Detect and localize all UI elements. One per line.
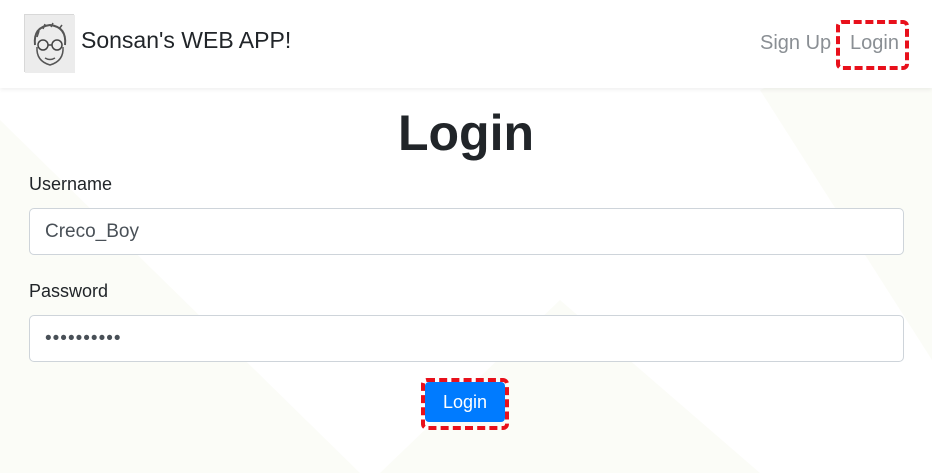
login-submit-button[interactable]: Login — [425, 382, 505, 422]
password-input[interactable]: •••••••••• — [29, 315, 904, 362]
username-input[interactable]: Creco_Boy — [29, 208, 904, 255]
nav-link-sign-up[interactable]: Sign Up — [760, 32, 831, 55]
navbar: Sonsan's WEB APP! Sign Up Login — [0, 0, 932, 88]
brand-name[interactable]: Sonsan's WEB APP! — [81, 27, 291, 54]
page-title: Login — [397, 105, 535, 161]
username-value: Creco_Boy — [45, 220, 139, 242]
password-value: •••••••••• — [45, 327, 122, 349]
username-label: Username — [29, 174, 113, 194]
nav-link-login[interactable]: Login — [850, 32, 899, 55]
password-label: Password — [29, 281, 109, 301]
brand-logo-avatar-icon[interactable] — [24, 14, 75, 73]
login-form-container: Login Username Creco_Boy Password ••••••… — [0, 88, 932, 473]
